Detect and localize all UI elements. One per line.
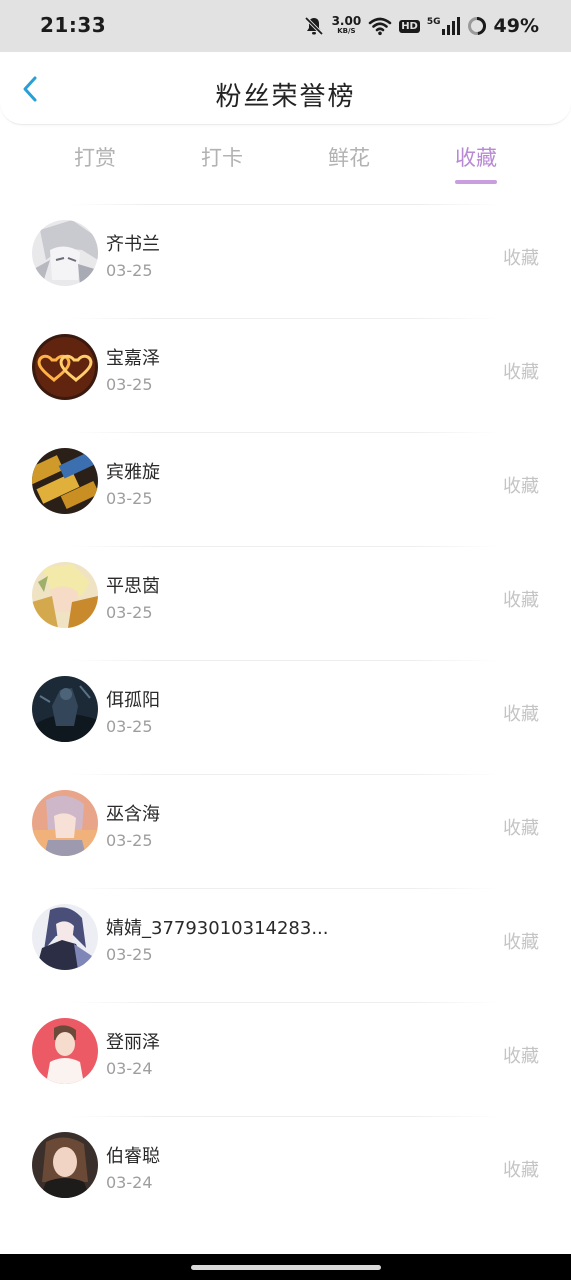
user-name: 齐书兰 (106, 234, 160, 255)
network-type-label: 5G (426, 17, 441, 27)
avatar (32, 562, 98, 628)
status-time: 21:33 (40, 13, 107, 37)
user-name: 佴孤阳 (106, 690, 160, 711)
list-item[interactable]: 宝嘉泽 03-25 收藏 (0, 319, 571, 433)
avatar (32, 1132, 98, 1198)
mute-bell-icon (303, 15, 325, 37)
date-label: 03-25 (106, 945, 153, 964)
user-name: 伯睿聪 (106, 1146, 160, 1167)
home-indicator[interactable] (191, 1265, 381, 1270)
user-name: 巫含海 (106, 804, 160, 825)
action-label: 收藏 (503, 476, 539, 497)
battery-percent: 49% (493, 15, 539, 37)
tab-checkin[interactable]: 打卡 (182, 142, 262, 172)
action-label: 收藏 (503, 704, 539, 725)
user-name: 宝嘉泽 (106, 348, 160, 369)
user-name: 登丽泽 (106, 1032, 160, 1053)
net-speed-indicator: 3.00 KB/S (331, 14, 362, 36)
battery-ring-icon (467, 16, 487, 36)
date-label: 03-25 (106, 717, 153, 736)
tab-favorites[interactable]: 收藏 (436, 142, 516, 172)
signal-5g-icon: 5G (427, 17, 460, 35)
wifi-icon (368, 16, 392, 36)
list-item[interactable]: 登丽泽 03-24 收藏 (0, 1003, 571, 1117)
list-item[interactable]: 伯睿聪 03-24 收藏 (0, 1117, 571, 1231)
hd-icon: HD (399, 19, 420, 33)
net-speed-value: 3.00 (331, 14, 362, 28)
user-name: 宾雅旋 (106, 462, 160, 483)
action-label: 收藏 (503, 1160, 539, 1181)
user-name: 婧婧_37793010314283... (106, 918, 329, 939)
date-label: 03-25 (106, 261, 153, 280)
avatar (32, 676, 98, 742)
action-label: 收藏 (503, 932, 539, 953)
avatar (32, 904, 98, 970)
list-item[interactable]: 婧婧_37793010314283... 03-25 收藏 (0, 889, 571, 1003)
net-speed-unit: KB/S (337, 27, 356, 35)
active-tab-indicator (455, 180, 497, 184)
user-name: 平思茵 (106, 576, 160, 597)
gesture-nav-bar (0, 1254, 571, 1280)
avatar (32, 220, 98, 286)
avatar (32, 790, 98, 856)
action-label: 收藏 (503, 590, 539, 611)
avatar (32, 334, 98, 400)
tab-reward[interactable]: 打赏 (55, 142, 135, 172)
action-label: 收藏 (503, 1046, 539, 1067)
header: 粉丝荣誉榜 (0, 52, 571, 125)
fan-list: 齐书兰 03-25 收藏 宝嘉泽 03-25 收藏 宾雅旋 03-25 收藏 平… (0, 205, 571, 1231)
date-label: 03-25 (106, 375, 153, 394)
list-item[interactable]: 齐书兰 03-25 收藏 (0, 205, 571, 319)
action-label: 收藏 (503, 248, 539, 269)
tab-bar: 打赏 打卡 鲜花 收藏 (0, 132, 571, 192)
action-label: 收藏 (503, 818, 539, 839)
page-title: 粉丝荣誉榜 (215, 82, 356, 112)
date-label: 03-24 (106, 1059, 153, 1078)
date-label: 03-25 (106, 603, 153, 622)
avatar (32, 448, 98, 514)
action-label: 收藏 (503, 362, 539, 383)
date-label: 03-24 (106, 1173, 153, 1192)
list-item[interactable]: 巫含海 03-25 收藏 (0, 775, 571, 889)
date-label: 03-25 (106, 489, 153, 508)
status-icons: 3.00 KB/S HD 5G 49% (303, 12, 539, 40)
date-label: 03-25 (106, 831, 153, 850)
list-item[interactable]: 佴孤阳 03-25 收藏 (0, 661, 571, 775)
status-bar: 21:33 3.00 KB/S HD 5G 49% (0, 0, 571, 52)
avatar (32, 1018, 98, 1084)
list-item[interactable]: 平思茵 03-25 收藏 (0, 547, 571, 661)
list-item[interactable]: 宾雅旋 03-25 收藏 (0, 433, 571, 547)
tab-flowers[interactable]: 鲜花 (309, 142, 389, 172)
